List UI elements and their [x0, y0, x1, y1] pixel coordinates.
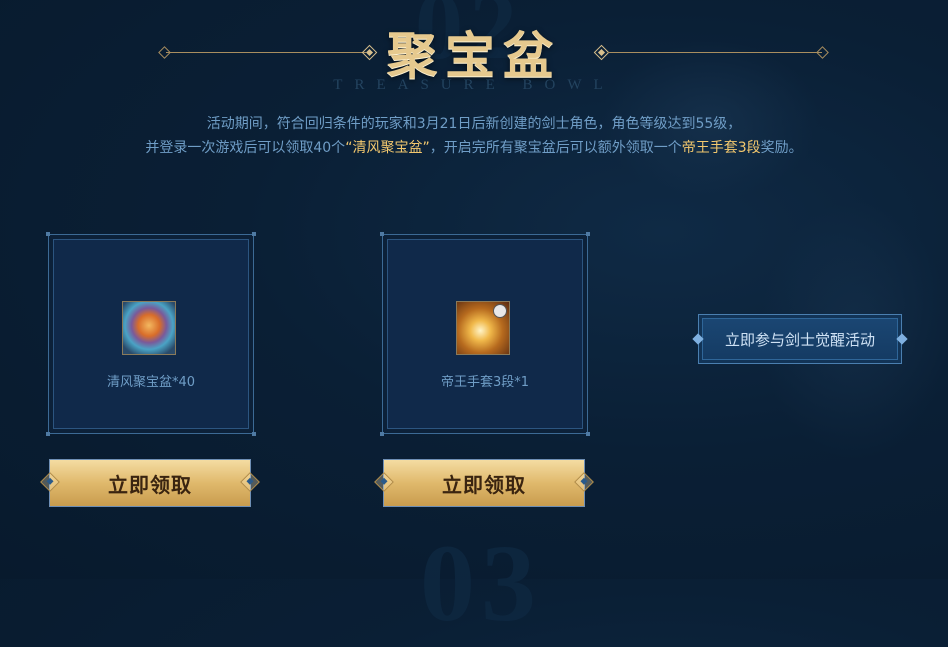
reward-card-treasure-bowl: 清风聚宝盆*40	[46, 232, 256, 436]
claim-button-label: 立即领取	[442, 472, 526, 497]
reward-name: 清风聚宝盆*40	[106, 375, 196, 390]
join-button-label: 立即参与剑士觉醒活动	[724, 330, 875, 349]
emperor-glove-icon	[456, 301, 510, 355]
description-text: 并登录一次游戏后可以领取40个	[145, 140, 346, 156]
background-next-section-number: 03	[420, 522, 542, 644]
claim-button-label: 立即领取	[108, 472, 192, 497]
highlight-treasure-bowl: “清风聚宝盆”	[345, 140, 430, 156]
activity-description: 活动期间，符合回归条件的玩家和3月21日后新创建的剑士角色，角色等级达到55级，…	[0, 112, 948, 160]
claim-emperor-glove-button[interactable]: 立即领取	[374, 459, 594, 507]
description-line-1: 活动期间，符合回归条件的玩家和3月21日后新创建的剑士角色，角色等级达到55级，	[206, 116, 742, 132]
join-ornament-left-icon	[692, 333, 704, 345]
join-swordsman-awakening-button[interactable]: 立即参与剑士觉醒活动	[692, 314, 908, 364]
section-header: 聚宝盆 TREASURE BOWL	[0, 14, 948, 104]
title-divider-right	[608, 52, 822, 53]
reward-name: 帝王手套3段*1	[440, 375, 530, 390]
description-text: ，开启完所有聚宝盆后可以额外领取一个	[429, 140, 682, 156]
claim-treasure-bowl-button[interactable]: 立即领取	[40, 459, 260, 507]
description-line-2: 并登录一次游戏后可以领取40个“清风聚宝盆”，开启完所有聚宝盆后可以额外领取一个…	[0, 136, 948, 160]
button-ornament-left-icon	[374, 472, 394, 492]
reward-card-emperor-glove: 帝王手套3段*1	[380, 232, 590, 436]
treasure-bowl-icon	[122, 301, 176, 355]
button-ornament-right-icon	[240, 472, 260, 492]
section-subtitle: TREASURE BOWL	[333, 77, 615, 93]
highlight-emperor-glove: 帝王手套3段	[681, 140, 761, 156]
button-ornament-left-icon	[40, 472, 60, 492]
description-text: 奖励。	[760, 140, 803, 156]
character-badge-icon	[493, 304, 507, 318]
button-ornament-right-icon	[574, 472, 594, 492]
